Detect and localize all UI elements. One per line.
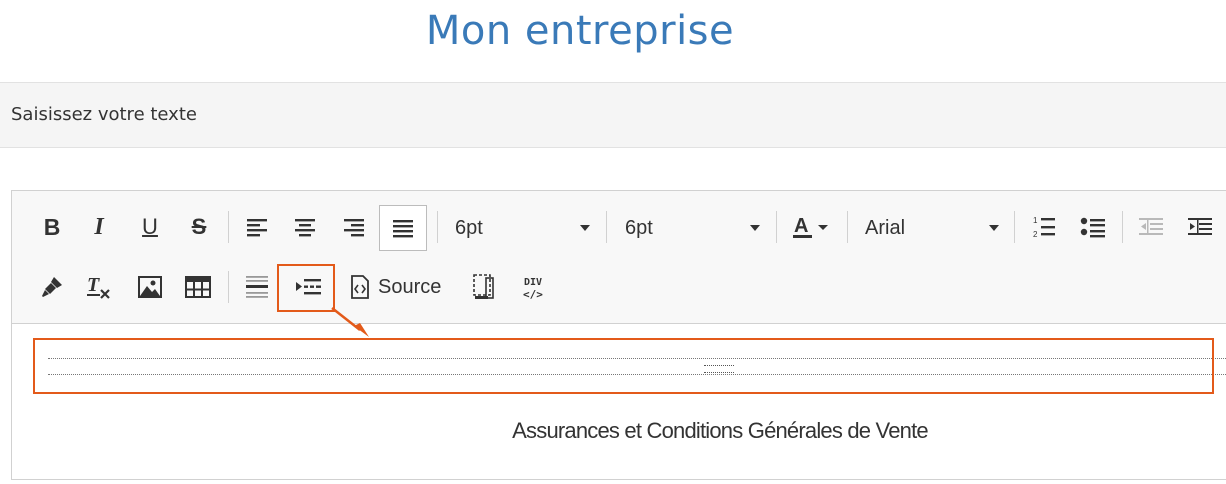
toolbar-separator — [847, 211, 848, 243]
div-container-icon: DIV </> — [523, 277, 543, 300]
align-center-icon — [295, 219, 315, 237]
font-family-dropdown[interactable]: Arial — [865, 208, 999, 248]
align-right-icon — [344, 219, 364, 237]
insert-table-button[interactable] — [178, 267, 218, 307]
justify-icon — [393, 220, 413, 238]
align-left-button[interactable] — [237, 207, 277, 247]
editor-content[interactable]: Assurances et Conditions Générales de Ve… — [12, 324, 1226, 484]
italic-button[interactable]: I — [79, 207, 119, 247]
horizontal-line-icon — [246, 276, 268, 298]
line-height-dropdown[interactable]: 6pt — [625, 208, 760, 248]
numbered-list-icon: 1 2 — [1033, 216, 1055, 239]
site-title: Mon entreprise — [425, 8, 735, 54]
page-break-button[interactable] — [288, 267, 328, 307]
div-container-button[interactable]: DIV </> — [514, 267, 554, 307]
underline-icon: U — [142, 214, 158, 239]
svg-text:</>: </> — [523, 288, 543, 300]
editor-toolbar: B I U S 6pt 6pt A Arial 1 2 T Source DIV… — [12, 191, 1226, 324]
font-family-value: Arial — [865, 217, 906, 239]
text-color-icon: A — [793, 215, 828, 238]
document-heading: Assurances et Conditions Générales de Ve… — [512, 418, 928, 443]
font-size-dropdown[interactable]: 6pt — [455, 208, 590, 248]
page-break-line-top — [48, 358, 1226, 359]
chevron-down-icon — [750, 225, 760, 231]
align-right-button[interactable] — [334, 207, 374, 247]
source-button[interactable]: Source — [350, 267, 454, 307]
svg-text:A: A — [794, 215, 808, 237]
source-label: Source — [378, 275, 442, 298]
section-label: Saisissez votre texte — [11, 104, 197, 125]
toolbar-separator — [437, 211, 438, 243]
toolbar-separator — [228, 271, 229, 303]
bold-button[interactable]: B — [32, 207, 72, 247]
annotation-arrow-icon — [331, 307, 369, 337]
horizontal-line-button[interactable] — [237, 267, 277, 307]
toolbar-separator — [1014, 211, 1015, 243]
underline-button[interactable]: U — [130, 207, 170, 247]
toolbar-separator — [228, 211, 229, 243]
remove-format-button[interactable]: T — [79, 267, 119, 307]
toolbar-separator — [1122, 211, 1123, 243]
remove-format-icon: T — [87, 274, 110, 299]
svg-text:T: T — [87, 274, 100, 296]
font-size-value: 6pt — [455, 217, 483, 239]
toolbar-separator — [606, 211, 607, 243]
bold-icon: B — [43, 213, 61, 240]
svg-text:2: 2 — [1033, 230, 1038, 239]
page-break-icon — [296, 279, 321, 295]
text-color-button[interactable]: A — [789, 207, 835, 247]
chevron-down-icon — [580, 225, 590, 231]
indent-icon — [1188, 218, 1212, 235]
svg-text:DIV: DIV — [524, 277, 542, 288]
maximize-button[interactable] — [464, 267, 504, 307]
rich-text-editor: B I U S 6pt 6pt A Arial 1 2 T Source DIV… — [11, 190, 1226, 480]
italic-icon: I — [94, 213, 104, 240]
image-icon — [138, 276, 162, 298]
justify-button[interactable] — [379, 205, 427, 251]
bulleted-list-button[interactable] — [1073, 207, 1113, 247]
table-icon — [185, 276, 211, 298]
outdent-button[interactable] — [1131, 207, 1171, 247]
strikethrough-icon: S — [191, 214, 207, 239]
maximize-icon — [473, 274, 494, 299]
indent-button[interactable] — [1180, 207, 1220, 247]
bulleted-list-icon — [1080, 217, 1105, 238]
outdent-icon — [1139, 218, 1163, 235]
svg-text:1: 1 — [1033, 216, 1038, 225]
copy-format-button[interactable] — [32, 267, 72, 307]
strikethrough-button[interactable]: S — [179, 207, 219, 247]
source-code-icon — [351, 275, 369, 299]
page-break-line-bottom — [48, 374, 1226, 375]
insert-image-button[interactable] — [130, 267, 170, 307]
page-break-marker — [704, 365, 734, 373]
section-header: Saisissez votre texte — [0, 82, 1226, 148]
align-left-icon — [247, 219, 267, 237]
line-height-value: 6pt — [625, 217, 653, 239]
chevron-down-icon — [989, 225, 999, 231]
align-center-button[interactable] — [285, 207, 325, 247]
copy-format-icon — [42, 277, 62, 297]
numbered-list-button[interactable]: 1 2 — [1024, 207, 1064, 247]
toolbar-separator — [776, 211, 777, 243]
